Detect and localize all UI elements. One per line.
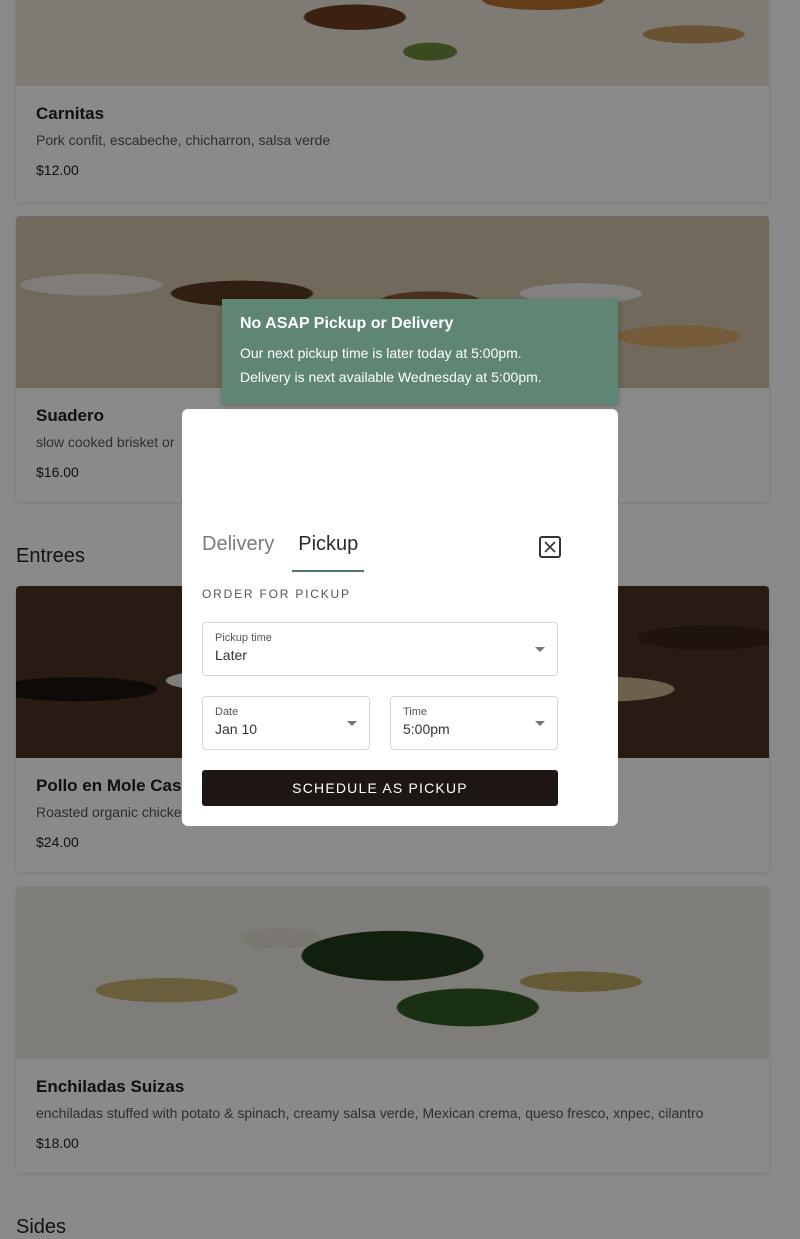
toast-delivery-line: Delivery is next available Wednesday at … xyxy=(240,369,542,385)
order-type-tabs: Delivery Pickup xyxy=(202,533,382,572)
order-for-pickup-label: ORDER FOR PICKUP xyxy=(202,587,351,601)
date-value: Jan 10 xyxy=(215,721,258,737)
close-x-icon xyxy=(543,540,557,554)
chevron-down-icon xyxy=(535,721,545,726)
chevron-down-icon xyxy=(347,721,357,726)
availability-toast: No ASAP Pickup or Delivery Our next pick… xyxy=(222,299,618,404)
time-value: 5:00pm xyxy=(403,721,450,737)
pickup-time-select[interactable]: Pickup time Later xyxy=(202,622,558,676)
order-type-modal: Delivery Pickup ORDER FOR PICKUP Pickup … xyxy=(182,409,618,826)
pickup-time-value: Later xyxy=(215,647,247,663)
toast-pickup-line: Our next pickup time is later today at 5… xyxy=(240,345,522,361)
tab-pickup[interactable]: Pickup xyxy=(292,533,365,572)
time-label: Time xyxy=(403,706,428,718)
date-select[interactable]: Date Jan 10 xyxy=(202,696,370,750)
pickup-time-label: Pickup time xyxy=(215,632,272,644)
toast-title: No ASAP Pickup or Delivery xyxy=(240,315,454,332)
tab-delivery[interactable]: Delivery xyxy=(202,533,280,572)
close-button[interactable] xyxy=(539,536,561,558)
chevron-down-icon xyxy=(535,647,545,652)
date-label: Date xyxy=(215,706,239,718)
time-select[interactable]: Time 5:00pm xyxy=(390,696,558,750)
schedule-pickup-button[interactable]: SCHEDULE AS PICKUP xyxy=(202,770,558,806)
